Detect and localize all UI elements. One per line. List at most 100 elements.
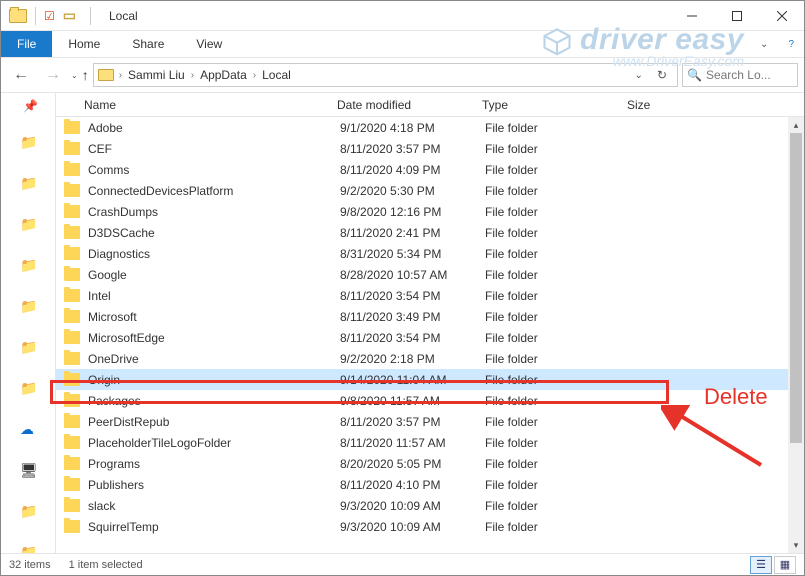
- close-button[interactable]: [759, 1, 804, 31]
- forward-button[interactable]: →: [39, 66, 67, 84]
- file-name: Intel: [88, 289, 340, 303]
- address-folder-icon: [98, 69, 114, 81]
- column-size[interactable]: Size: [621, 98, 804, 112]
- file-name: Microsoft: [88, 310, 340, 324]
- file-name: Programs: [88, 457, 340, 471]
- qat-separator: [35, 7, 36, 25]
- column-type[interactable]: Type: [476, 98, 621, 112]
- file-date: 8/11/2020 4:10 PM: [340, 478, 485, 492]
- file-row[interactable]: slack9/3/2020 10:09 AMFile folder: [56, 495, 804, 516]
- sidebar-folder-icon[interactable]: 📁: [20, 298, 36, 314]
- breadcrumb-2[interactable]: AppData: [196, 68, 251, 82]
- file-row[interactable]: Programs8/20/2020 5:05 PMFile folder: [56, 453, 804, 474]
- file-name: Diagnostics: [88, 247, 340, 261]
- status-item-count: 32 items: [9, 559, 51, 571]
- up-button[interactable]: ↑: [82, 67, 89, 83]
- this-pc-icon[interactable]: 🖥: [20, 462, 36, 478]
- sidebar-folder-icon[interactable]: 📁: [20, 134, 36, 150]
- minimize-button[interactable]: [669, 1, 714, 31]
- file-type: File folder: [485, 205, 630, 219]
- sidebar-folder-icon[interactable]: 📁: [20, 175, 36, 191]
- folder-icon: [64, 310, 80, 323]
- file-type: File folder: [485, 352, 630, 366]
- quick-access-icon[interactable]: 📌: [23, 99, 33, 109]
- folder-icon: [64, 436, 80, 449]
- file-type: File folder: [485, 163, 630, 177]
- address-dropdown-icon[interactable]: ⌄: [629, 70, 649, 81]
- file-type: File folder: [485, 121, 630, 135]
- file-row[interactable]: MicrosoftEdge8/11/2020 3:54 PMFile folde…: [56, 327, 804, 348]
- file-name: D3DSCache: [88, 226, 340, 240]
- file-type: File folder: [485, 247, 630, 261]
- sidebar-folder-icon[interactable]: 📁: [20, 216, 36, 232]
- file-row[interactable]: Adobe9/1/2020 4:18 PMFile folder: [56, 117, 804, 138]
- vertical-scrollbar[interactable]: ▴ ▾: [788, 117, 804, 553]
- file-row[interactable]: OneDrive9/2/2020 2:18 PMFile folder: [56, 348, 804, 369]
- sidebar-folder-icon[interactable]: 📁: [20, 257, 36, 273]
- ribbon-view-tab[interactable]: View: [180, 31, 238, 57]
- file-date: 8/28/2020 10:57 AM: [340, 268, 485, 282]
- chevron-right-icon[interactable]: ›: [191, 70, 194, 81]
- sidebar-folder-icon[interactable]: 📁: [20, 544, 36, 553]
- search-box[interactable]: 🔍 Search Lo...: [682, 63, 798, 87]
- qat-separator-2: [90, 7, 91, 25]
- scroll-down-icon[interactable]: ▾: [788, 537, 804, 553]
- file-row[interactable]: Packages9/8/2020 11:57 AMFile folder: [56, 390, 804, 411]
- ribbon-collapse-chevron-icon[interactable]: ⌄: [750, 33, 778, 56]
- folder-icon: [64, 121, 80, 134]
- file-row[interactable]: Comms8/11/2020 4:09 PMFile folder: [56, 159, 804, 180]
- file-row[interactable]: D3DSCache8/11/2020 2:41 PMFile folder: [56, 222, 804, 243]
- file-row[interactable]: SquirrelTemp9/3/2020 10:09 AMFile folder: [56, 516, 804, 537]
- refresh-button[interactable]: ↻: [651, 68, 673, 82]
- folder-icon: [64, 184, 80, 197]
- file-name: PeerDistRepub: [88, 415, 340, 429]
- qat-newfolder-icon[interactable]: ▭: [63, 7, 76, 24]
- file-row[interactable]: CrashDumps9/8/2020 12:16 PMFile folder: [56, 201, 804, 222]
- file-type: File folder: [485, 478, 630, 492]
- folder-icon: [64, 268, 80, 281]
- back-button[interactable]: ←: [7, 66, 35, 84]
- chevron-right-icon[interactable]: ›: [253, 70, 256, 81]
- file-name: Adobe: [88, 121, 340, 135]
- thumbnails-view-button[interactable]: ▦: [774, 556, 796, 574]
- file-row[interactable]: PlaceholderTileLogoFolder8/11/2020 11:57…: [56, 432, 804, 453]
- ribbon-home-tab[interactable]: Home: [52, 31, 116, 57]
- file-date: 9/3/2020 10:09 AM: [340, 499, 485, 513]
- file-row[interactable]: Google8/28/2020 10:57 AMFile folder: [56, 264, 804, 285]
- column-name[interactable]: Name: [56, 98, 331, 112]
- file-row[interactable]: PeerDistRepub8/11/2020 3:57 PMFile folde…: [56, 411, 804, 432]
- file-row[interactable]: Origin9/14/2020 11:04 AMFile folder: [56, 369, 804, 390]
- breadcrumb-3[interactable]: Local: [258, 68, 295, 82]
- file-row[interactable]: Microsoft8/11/2020 3:49 PMFile folder: [56, 306, 804, 327]
- file-name: Publishers: [88, 478, 340, 492]
- scroll-up-icon[interactable]: ▴: [788, 117, 804, 133]
- ribbon-file-tab[interactable]: File: [1, 31, 52, 57]
- address-bar[interactable]: › Sammi Liu › AppData › Local ⌄ ↻: [93, 63, 678, 87]
- file-row[interactable]: Publishers8/11/2020 4:10 PMFile folder: [56, 474, 804, 495]
- qat-folder-icon[interactable]: [9, 9, 27, 23]
- file-row[interactable]: ConnectedDevicesPlatform9/2/2020 5:30 PM…: [56, 180, 804, 201]
- column-date[interactable]: Date modified: [331, 98, 476, 112]
- file-date: 9/3/2020 10:09 AM: [340, 520, 485, 534]
- scrollbar-thumb[interactable]: [790, 133, 802, 443]
- nav-pane[interactable]: 📌 📁 📁 📁 📁 📁 📁 📁 ☁ 🖥 📁 📁: [1, 93, 56, 553]
- file-date: 9/14/2020 11:04 AM: [340, 373, 485, 387]
- details-view-button[interactable]: ☰: [750, 556, 772, 574]
- sidebar-folder-icon[interactable]: 📁: [20, 503, 36, 519]
- sidebar-folder-icon[interactable]: 📁: [20, 339, 36, 355]
- file-row[interactable]: CEF8/11/2020 3:57 PMFile folder: [56, 138, 804, 159]
- recent-locations-dropdown[interactable]: ⌄: [71, 71, 78, 80]
- sidebar-folder-icon[interactable]: 📁: [20, 380, 36, 396]
- statusbar: 32 items 1 item selected ☰ ▦: [1, 553, 804, 575]
- folder-icon: [64, 478, 80, 491]
- onedrive-icon[interactable]: ☁: [20, 421, 36, 437]
- chevron-right-icon[interactable]: ›: [119, 70, 122, 81]
- file-row[interactable]: Intel8/11/2020 3:54 PMFile folder: [56, 285, 804, 306]
- ribbon-share-tab[interactable]: Share: [116, 31, 180, 57]
- maximize-button[interactable]: [714, 1, 759, 31]
- breadcrumb-1[interactable]: Sammi Liu: [124, 68, 189, 82]
- file-row[interactable]: Diagnostics8/31/2020 5:34 PMFile folder: [56, 243, 804, 264]
- column-headers[interactable]: Name Date modified Type Size: [56, 93, 804, 117]
- ribbon-help-icon[interactable]: ?: [778, 33, 804, 56]
- qat-properties-icon[interactable]: ☑: [44, 9, 55, 23]
